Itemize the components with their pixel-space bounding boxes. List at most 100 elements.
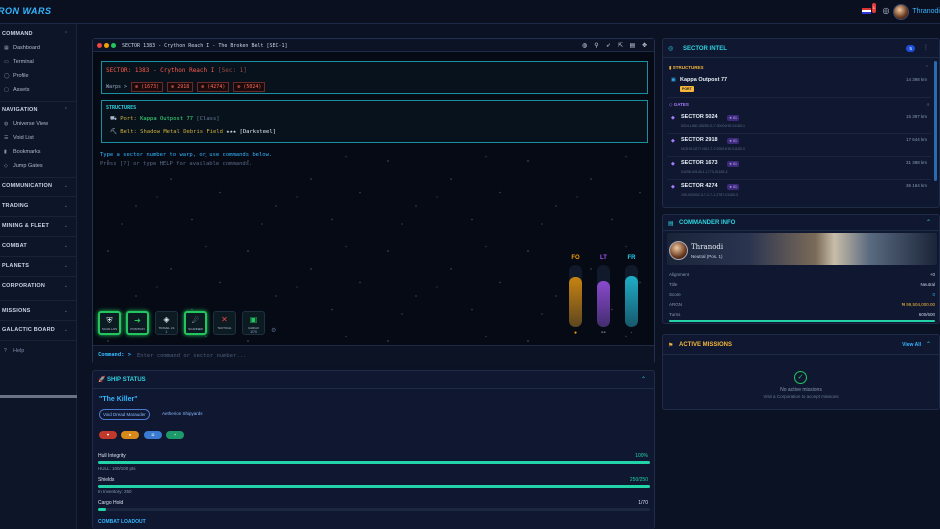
scanner-button[interactable]: ☄ SCANNER <box>184 311 207 335</box>
warps-label: Warps > <box>106 84 128 90</box>
position-button[interactable]: ➜ POSITION <box>126 311 149 335</box>
intel-scrollbar[interactable] <box>934 61 937 181</box>
shipyard-tag: Aetherion Shipyards <box>162 411 203 416</box>
pin-icon[interactable]: ⚲ <box>593 42 600 49</box>
sidebar-section-galactic-board[interactable]: GALACTIC BOARD <box>2 327 55 333</box>
warp-link[interactable]: ⊕ (1673) <box>131 82 164 92</box>
cargo-button[interactable]: ▣ CARGO 1/70 <box>242 311 265 335</box>
chevron-up-icon[interactable]: ⌃ <box>64 107 68 113</box>
travel-button[interactable]: ◈ TRAVEL LS 1 <box>155 311 178 335</box>
gate-row[interactable]: ◆ SECTOR 4274 ★ 61 36 164 km 199-002002-… <box>667 180 931 203</box>
chevron-down-icon[interactable]: ⌄ <box>64 243 68 249</box>
chevron-down-icon[interactable]: ⌄ <box>64 183 68 189</box>
flag-icon[interactable]: 1 <box>862 3 876 16</box>
sidebar-scrollbar[interactable] <box>0 395 77 398</box>
resource-gauges: FO ● LT ⚯ FR ◦ <box>567 255 647 355</box>
combat-loadout-label[interactable]: COMBAT LOADOUT <box>98 519 146 525</box>
missions-header[interactable]: ⚑ ACTIVE MISSIONS View All ⌃ <box>663 335 939 355</box>
chevron-down-icon[interactable]: ⌄ <box>64 223 68 229</box>
sidebar-section-missions[interactable]: MISSIONS <box>2 308 31 314</box>
commander-header[interactable]: ▤ COMMANDER INFO ⌃ <box>663 215 939 231</box>
help-icon: ? <box>4 348 7 354</box>
chat-icon[interactable]: ◎ <box>881 6 891 16</box>
username[interactable]: Thranodi <box>912 8 940 15</box>
ship-icon[interactable]: ➶ <box>605 42 612 49</box>
sidebar-section-navigation[interactable]: NAVIGATION <box>2 107 38 113</box>
sector-intel-header[interactable]: ◎ SECTOR INTEL 5 ⋮ <box>663 39 939 58</box>
sidebar-item-label: Profile <box>13 73 29 79</box>
command-input[interactable] <box>137 350 637 361</box>
tactical-button[interactable]: ✕ TACTICAL <box>213 311 236 335</box>
trash-icon[interactable]: ▤ <box>629 42 636 49</box>
gates-label: ◇ GATES <box>669 102 689 107</box>
action-label: TACTICAL <box>217 326 232 330</box>
structures-box: STRUCTURES ⛟ Port: Kappa Outpost 77 [Cla… <box>101 100 648 143</box>
user-icon: ▤ <box>668 221 674 227</box>
sidebar-section-communication[interactable]: COMMUNICATION <box>2 183 52 189</box>
rocket-icon: 🚀 <box>98 377 106 383</box>
gate-row[interactable]: ◆ SECTOR 1673 ★ 61 31 398 km 04298-00149… <box>667 157 931 180</box>
check-circle-icon: ✓ <box>794 371 807 384</box>
divider <box>0 300 77 301</box>
structure-row[interactable]: ▣ Kappa Outpost 77 PORT 14 398 km <box>667 74 931 98</box>
sidebar-item-label: Help <box>13 348 25 354</box>
gate-row[interactable]: ◆ SECTOR 2918 ★ 61 17 644 km N02HS-0277-… <box>667 134 931 157</box>
hull-value: 100% <box>635 453 648 459</box>
chevron-up-icon[interactable]: ⌃ <box>641 376 646 383</box>
sidebar-item-jump-gates[interactable]: ◇ Jump Gates <box>4 163 43 169</box>
view-all-link[interactable]: View All <box>902 342 921 348</box>
sidebar-section-planets[interactable]: PLANETS <box>2 263 29 269</box>
chevron-up-icon[interactable]: ⌃ <box>926 219 931 226</box>
expand-icon[interactable]: ✥ <box>641 42 648 49</box>
command-label: Command: > <box>98 352 132 358</box>
chevron-down-icon[interactable]: ⌄ <box>64 263 68 269</box>
sidebar-item-void-list[interactable]: ☰ Void List <box>4 135 34 141</box>
warp-link[interactable]: ⊕ (4274) <box>197 82 230 92</box>
belt-line[interactable]: ⛏ Belt: Shadow Metal Debris Field ★★★ [D… <box>110 129 276 135</box>
chevron-up-icon[interactable]: ⌃ <box>925 65 929 71</box>
port-line[interactable]: ⛟ Port: Kappa Outpost 77 [Class] <box>110 116 220 123</box>
gear-icon[interactable]: ⚙ <box>271 327 276 334</box>
sidebar-section-trading[interactable]: TRADING <box>2 203 28 209</box>
hull-sub: HULL: 100/100 pts <box>98 466 136 471</box>
sidebar-item-profile[interactable]: ◯ Profile <box>4 73 29 79</box>
sidebar-section-combat[interactable]: COMBAT <box>2 243 27 249</box>
chevron-down-icon[interactable]: ⌄ <box>64 283 68 289</box>
chevron-down-icon[interactable]: ⌄ <box>64 308 68 314</box>
sidebar-item-assets[interactable]: ▢ Assets <box>4 87 30 93</box>
globe-icon[interactable]: ◍ <box>581 42 588 49</box>
close-dot[interactable] <box>97 43 102 48</box>
avatar[interactable] <box>893 4 909 20</box>
chevron-down-icon[interactable]: ⌄ <box>64 203 68 209</box>
minimize-dot[interactable] <box>104 43 109 48</box>
radar-icon: ◎ <box>668 46 674 52</box>
more-icon[interactable]: ⋮ <box>923 44 929 51</box>
chevron-down-icon[interactable]: ⌄ <box>64 327 68 333</box>
scan-button[interactable]: ⛨ SCAN LOS <box>98 311 121 335</box>
gate-row[interactable]: ◆ SECTOR 5024 ★ 61 15 397 km 5024-LINE-0… <box>667 111 931 134</box>
sidebar-item-universe-view[interactable]: ◍ Universe View <box>4 121 48 127</box>
divider <box>0 236 77 237</box>
warp-link[interactable]: ⊕ (5024) <box>233 82 266 92</box>
sidebar-section-corporation[interactable]: CORPORATION <box>2 283 45 289</box>
commander-avatar[interactable] <box>669 241 688 260</box>
sidebar-item-bookmarks[interactable]: ▮ Bookmarks <box>4 149 41 155</box>
maximize-dot[interactable] <box>111 43 116 48</box>
warp-link[interactable]: ⊕ 2918 <box>167 82 194 92</box>
ship-status-header[interactable]: 🚀 SHIP STATUS ⌃ <box>93 371 654 389</box>
sidebar-item-dashboard[interactable]: ▦ Dashboard <box>4 45 40 51</box>
belt-name: Shadow Metal Debris Field <box>140 129 223 135</box>
crosshair-icon: ✕ <box>221 315 228 324</box>
stat-key: Turns <box>669 312 681 317</box>
gates-count: 4 <box>926 102 929 107</box>
chevron-up-icon[interactable]: ⌃ <box>926 341 931 348</box>
sidebar-item-terminal[interactable]: ▭ Terminal <box>4 59 34 65</box>
sidebar-section-command[interactable]: COMMAND <box>2 31 33 37</box>
divider <box>0 216 77 217</box>
app-logo[interactable]: RON WARS <box>0 6 52 16</box>
turns-bar <box>669 320 935 322</box>
sidebar-item-help[interactable]: ? Help <box>4 348 24 354</box>
sidebar-section-mining-fleet[interactable]: MINING & FLEET <box>2 223 49 229</box>
export-icon[interactable]: ⇱ <box>617 42 624 49</box>
chevron-up-icon[interactable]: ⌃ <box>64 31 68 37</box>
